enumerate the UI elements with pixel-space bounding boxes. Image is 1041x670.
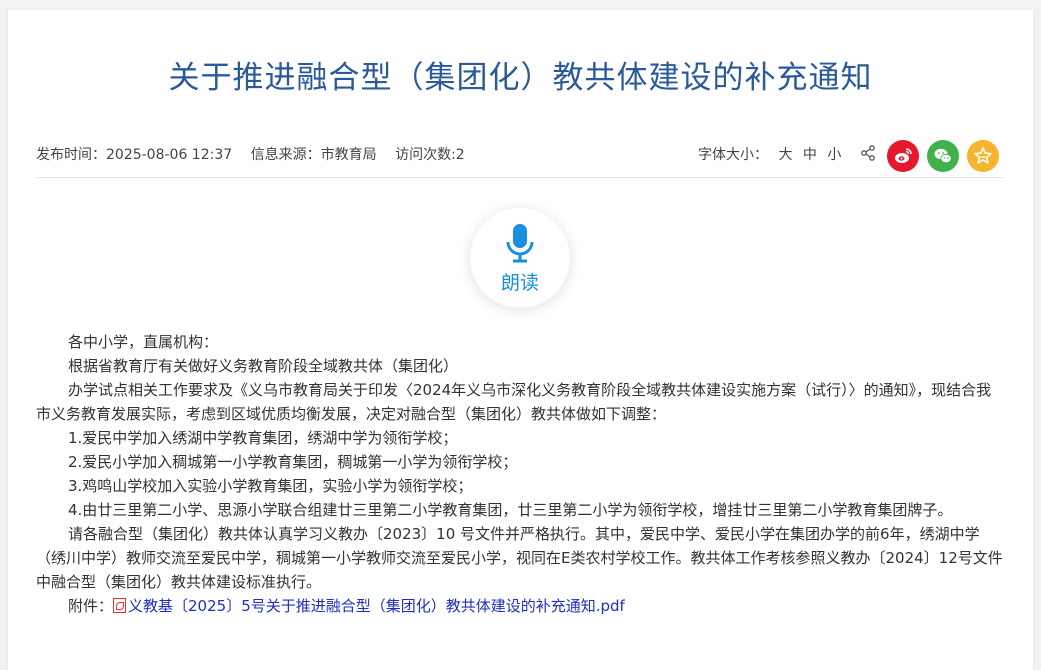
- article-card: 关于推进融合型（集团化）教共体建设的补充通知 发布时间：2025-08-06 1…: [8, 10, 1033, 670]
- page-title: 关于推进融合型（集团化）教共体建设的补充通知: [168, 60, 873, 96]
- article-meta: 发布时间：2025-08-06 12:37 信息来源：市教育局 访问次数:2: [36, 144, 479, 164]
- favorite-icon: [974, 147, 992, 164]
- attachment-label: 附件：: [68, 597, 114, 615]
- publish-time: 发布时间：2025-08-06 12:37: [36, 147, 233, 163]
- microphone-icon: [506, 224, 534, 263]
- favorite-button[interactable]: [967, 140, 999, 172]
- attachment-link[interactable]: 义教基〔2025〕5号关于推进融合型（集团化）教共体建设的补充通知.pdf: [113, 597, 625, 615]
- body-paragraph: 4.由廿三里第二小学、思源小学联合组建廿三里第二小学教育集团，廿三里第二小学为领…: [68, 501, 953, 519]
- body-paragraph: 请各融合型（集团化）教共体认真学习义教办〔2023〕10 号文件并严格执行。其中…: [36, 525, 1003, 591]
- body-paragraph: 3.鸡鸣山学校加入实验小学教育集团，实验小学为领衔学校；: [68, 477, 473, 495]
- info-source: 信息来源：市教育局: [250, 147, 377, 163]
- attachment-filename[interactable]: 义教基〔2025〕5号关于推进融合型（集团化）教共体建设的补充通知.pdf: [128, 597, 625, 615]
- font-size-label: 字体大小：: [698, 147, 768, 163]
- body-paragraph: 各中小学，直属机构：: [68, 333, 219, 351]
- pdf-icon: [113, 598, 127, 613]
- weibo-share-button[interactable]: [887, 140, 919, 172]
- meta-divider: [36, 177, 1003, 178]
- visit-count: 访问次数:2: [395, 147, 465, 163]
- attachment-line: 附件： 义教基〔2025〕5号关于推进融合型（集团化）教共体建设的补充通知.pdf: [36, 594, 1004, 618]
- body-paragraph: 办学试点相关工作要求及《义乌市教育局关于印发〈2024年义乌市深化义务教育阶段全…: [36, 381, 992, 423]
- article-body: 各中小学，直属机构： 根据省教育厅有关做好义务教育阶段全域教共体（集团化） 办学…: [36, 330, 1004, 618]
- share-icon[interactable]: [860, 145, 876, 161]
- body-paragraph: 2.爱民小学加入稠城第一小学教育集团，稠城第一小学为领衔学校；: [68, 453, 518, 471]
- font-size-control: 字体大小： 大 中 小: [698, 144, 841, 164]
- font-size-large[interactable]: 大: [778, 147, 792, 163]
- read-aloud-label: 朗读: [500, 272, 539, 294]
- body-paragraph: 1.爱民中学加入绣湖中学教育集团，绣湖中学为领衔学校；: [68, 429, 458, 447]
- wechat-icon: [934, 148, 952, 164]
- wechat-share-button[interactable]: [927, 140, 959, 172]
- read-aloud-button[interactable]: 朗读: [470, 208, 570, 308]
- font-size-small[interactable]: 小: [827, 147, 841, 163]
- weibo-icon: [895, 148, 912, 163]
- body-paragraph: 根据省教育厅有关做好义务教育阶段全域教共体（集团化）: [68, 357, 459, 375]
- font-size-medium[interactable]: 中: [803, 147, 817, 163]
